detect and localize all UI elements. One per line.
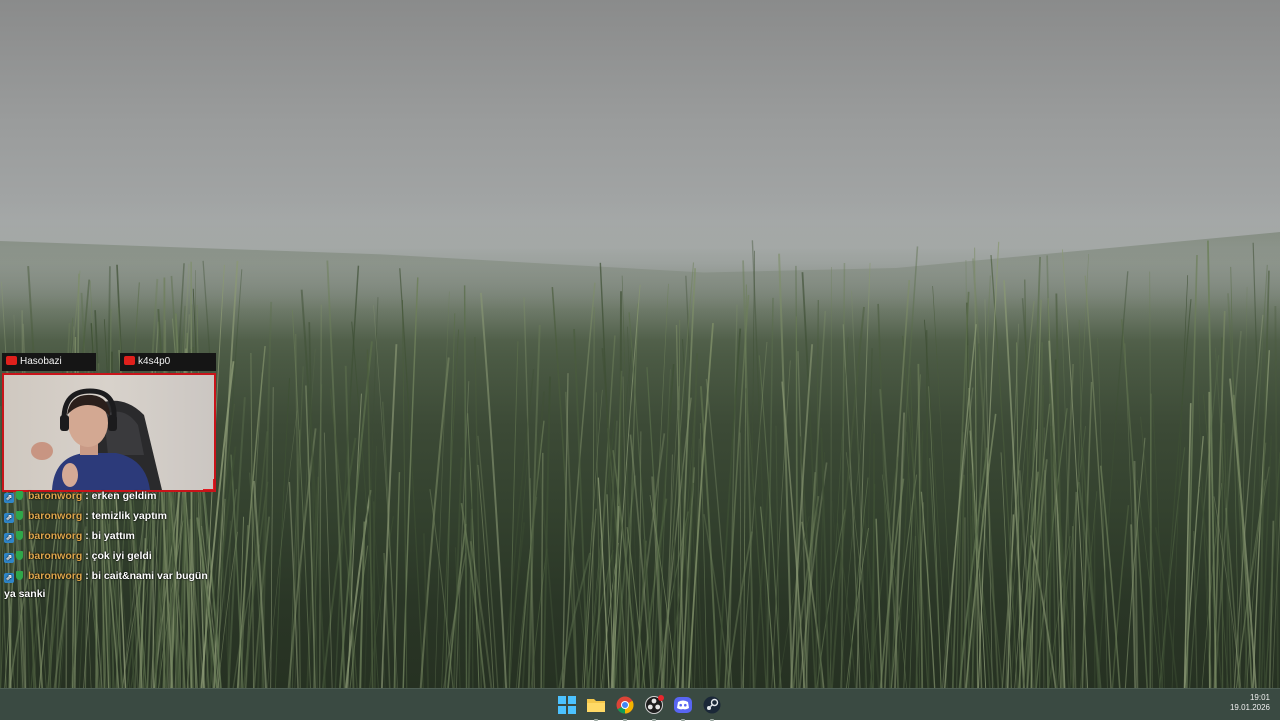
system-clock[interactable]: 19:01 19.01.2026 [1230,693,1270,713]
platform-icon: ⇗ [4,513,14,523]
youtube-icon [6,356,17,365]
platform-icon: ⇗ [4,573,14,583]
chat-message: ⇗ baronworg: erken geldim [4,490,216,510]
chat-text: : bi cait&nami var bugün [85,570,208,582]
clock-date: 19.01.2026 [1230,703,1270,713]
cam-tag-left-label: Hasobazi [20,356,62,367]
chat-message: ⇗ baronworg: çok iyi geldi [4,550,216,570]
chat-text: : temizlik yaptım [85,510,167,522]
grass-blade [620,291,621,688]
cam-tag-right: k4s4p0 [120,353,216,371]
file-explorer-icon[interactable] [585,694,607,716]
grass-blade [1112,505,1128,688]
grass-blade [0,406,1,688]
grass-blade [1085,276,1111,688]
grass-blade [1070,254,1089,688]
chat-text-continuation: ya sanki [4,588,216,600]
grass-blade [776,426,780,688]
chat-message: ⇗ baronworg: temizlik yaptım [4,510,216,530]
moderator-badge-icon [16,511,23,520]
grass-blade [271,387,273,688]
chat-message: ⇗baronworg: bi cait&nami var bugünya san… [4,570,216,590]
grass-blade [674,540,675,688]
chat-username: baronworg [28,570,82,582]
obs-icon[interactable] [643,694,665,716]
start-icon[interactable] [556,694,578,716]
grass-blade [1227,439,1228,688]
moderator-badge-icon [16,551,23,560]
youtube-icon [124,356,135,365]
streamer-video [4,375,214,490]
grass-blade [1082,448,1098,688]
grass-blade [927,330,929,688]
grass-blade [394,472,399,688]
grass-blade [1045,470,1048,688]
grass-blade [740,433,741,688]
platform-icon: ⇗ [4,553,14,563]
steam-icon[interactable] [701,694,723,716]
chat-text: : erken geldim [85,490,156,502]
grass-blade [509,341,517,688]
chat-message: ⇗ baronworg: bi yattım [4,530,216,550]
cam-tag-left: Hasobazi [2,353,96,371]
grass-blade [465,285,467,688]
moderator-badge-icon [16,531,23,540]
grass-blade [752,240,768,688]
grass-blade [383,402,396,688]
grass-blade [1150,394,1151,688]
grass-blade [831,267,832,688]
grass-blade [832,307,864,688]
grass-blade [930,458,941,688]
grass-blade [564,283,595,688]
chrome-icon[interactable] [614,694,636,716]
grass-blade [469,509,472,688]
moderator-badge-icon [16,491,23,500]
grass-blade [424,533,428,688]
taskbar: 19:01 19.01.2026 [0,688,1280,720]
cam-tag-right-label: k4s4p0 [138,356,170,367]
webcam-feed [2,373,216,492]
grass-blade [320,305,322,688]
platform-icon: ⇗ [4,533,14,543]
grass-blade [552,287,576,688]
moderator-badge-icon [16,571,23,580]
grass-blade [806,311,825,688]
discord-icon[interactable] [672,694,694,716]
chat-username: baronworg [28,550,82,562]
grass-blade [1197,359,1210,688]
chat-text: : bi yattım [85,530,135,542]
grass-blade [324,433,332,688]
grass-blade [865,348,872,688]
platform-icon: ⇗ [4,493,14,503]
chat-text: : çok iyi geldi [85,550,152,562]
chat-username: baronworg [28,490,82,502]
chat-username: baronworg [28,510,82,522]
grass-blade [543,377,550,688]
grass-blade [475,337,481,688]
chat-overlay: ⇗baronworg: erken geldim⇗baronworg: temi… [4,490,216,590]
grass-blade [403,277,418,688]
clock-time: 19:01 [1230,693,1270,703]
chat-username: baronworg [28,530,82,542]
